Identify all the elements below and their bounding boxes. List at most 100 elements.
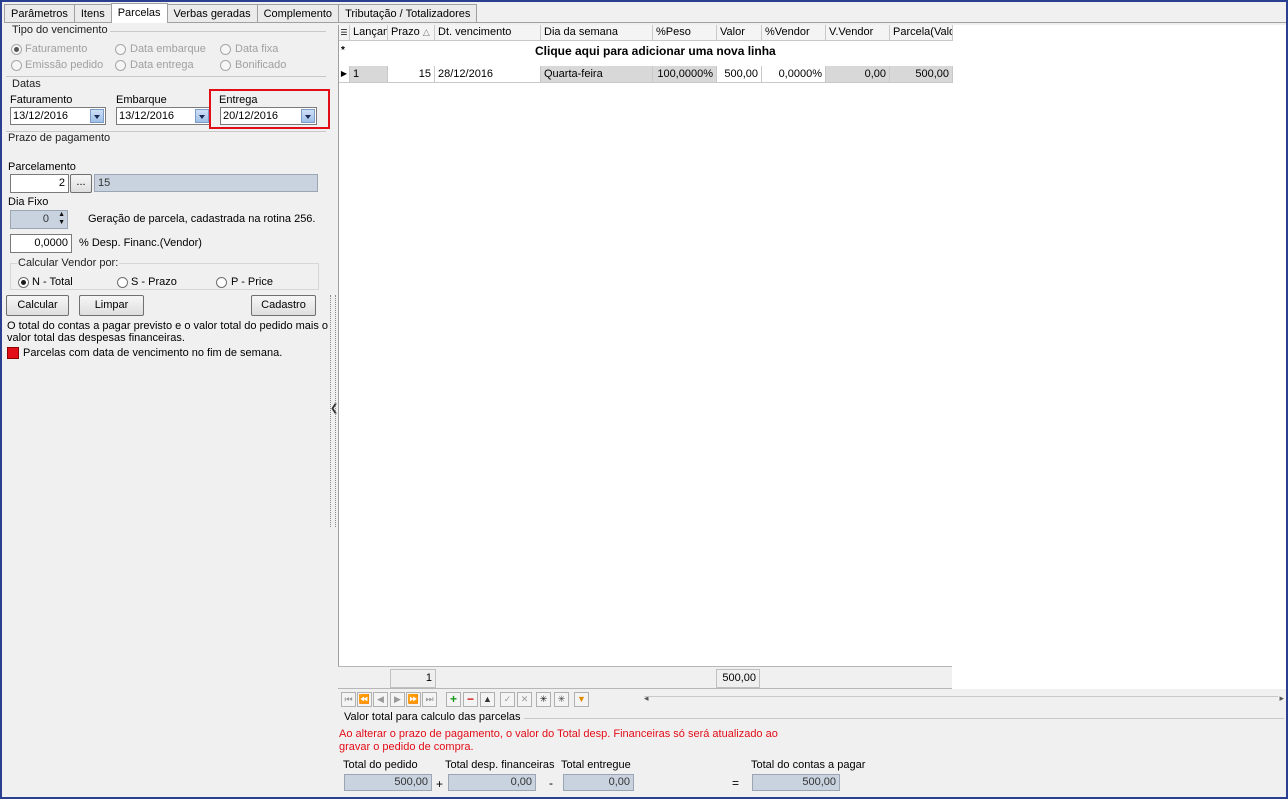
column-peso[interactable]: %Peso (653, 25, 717, 41)
footer-total: 500,00 (716, 669, 760, 688)
dia-fixo-stepper[interactable]: 0 ▲ ▼ (10, 210, 68, 229)
parcelamento-input[interactable]: 2 (10, 174, 69, 193)
next-record-icon[interactable]: ▶ (390, 692, 405, 707)
post-edit-icon[interactable]: ✓ (500, 692, 515, 707)
tab-itens[interactable]: Itens (73, 4, 112, 23)
table-row[interactable]: ▶ 1 15 28/12/2016 Quarta-feira 100,0000%… (339, 66, 953, 83)
embarque-date-value: 13/12/2016 (119, 110, 175, 122)
cancel-edit-icon[interactable]: ✕ (517, 692, 532, 707)
chevron-down-icon[interactable] (90, 109, 104, 123)
radio-bonificado[interactable] (220, 60, 231, 71)
tipo-vencimento-separator (110, 31, 326, 32)
plus-operator: + (436, 777, 444, 791)
warning-text-line2: gravar o pedido de compra. (339, 741, 474, 753)
cell-prazo[interactable]: 15 (388, 66, 435, 83)
radio-data-embarque[interactable] (115, 44, 126, 55)
delete-record-icon[interactable]: − (463, 692, 478, 707)
radio-data-entrega[interactable] (115, 60, 126, 71)
radio-faturamento-label: Faturamento (25, 43, 88, 55)
prazo-pagamento-title: Prazo de pagamento (8, 132, 111, 144)
cell-dt-vencimento[interactable]: 28/12/2016 (435, 66, 541, 83)
calcular-button[interactable]: Calcular (6, 295, 69, 316)
column-v-vendor[interactable]: V.Vendor (826, 25, 890, 41)
radio-bonificado-label: Bonificado (235, 59, 287, 71)
info-text: O total do contas a pagar previsto e o v… (7, 320, 329, 344)
column-dt-vencimento[interactable]: Dt. vencimento (435, 25, 541, 41)
column-chooser-icon[interactable]: ☰ (339, 25, 350, 41)
datas-title: Datas (12, 78, 41, 90)
last-record-icon[interactable]: ⏭ (422, 692, 437, 707)
prev-record-icon[interactable]: ◀ (373, 692, 388, 707)
add-record-icon[interactable]: + (446, 692, 461, 707)
radio-n-total[interactable] (18, 277, 29, 288)
column-prazo-label: Prazo (391, 26, 420, 38)
cell-valor[interactable]: 500,00 (717, 66, 762, 83)
warning-text-line1: Ao alterar o prazo de pagamento, o valor… (339, 728, 778, 740)
chevron-down-icon[interactable] (195, 109, 209, 123)
cell-v-vendor[interactable]: 0,00 (826, 66, 890, 83)
tab-tributacao[interactable]: Tributação / Totalizadores (338, 4, 478, 23)
column-prazo[interactable]: Prazo △ (388, 25, 435, 41)
prev-page-icon[interactable]: ⏪ (357, 692, 372, 707)
column-lancamento[interactable]: Lançam (350, 25, 388, 41)
limpar-button[interactable]: Limpar (79, 295, 144, 316)
tab-verbas-geradas[interactable]: Verbas geradas (166, 4, 258, 23)
tab-divider (4, 22, 1286, 23)
cell-lancamento[interactable]: 1 (350, 66, 388, 83)
radio-s-prazo[interactable] (117, 277, 128, 288)
tipo-vencimento-title: Tipo do vencimento (12, 24, 108, 36)
sort-asc-icon: △ (422, 27, 430, 37)
column-parcela-valor[interactable]: Parcela(Valo (890, 25, 953, 41)
radio-data-fixa[interactable] (220, 44, 231, 55)
bookmark-icon[interactable]: ✳ (554, 692, 569, 707)
total-pedido-label: Total do pedido (343, 759, 418, 771)
parcelamento-ellipsis-button[interactable]: ... (70, 174, 92, 193)
desp-financ-label: % Desp. Financ.(Vendor) (79, 237, 202, 249)
cell-peso[interactable]: 100,0000% (653, 66, 717, 83)
chevron-down-icon[interactable] (301, 109, 315, 123)
embarque-date-label: Embarque (116, 94, 167, 106)
horizontal-scrollbar[interactable] (644, 696, 1278, 697)
radio-n-total-label: N - Total (32, 276, 73, 288)
cell-vendor-pct[interactable]: 0,0000% (762, 66, 826, 83)
add-new-row[interactable]: * Clique aqui para adicionar uma nova li… (339, 42, 953, 60)
tab-complemento[interactable]: Complemento (256, 4, 340, 23)
filter-icon[interactable]: ▼ (574, 692, 589, 707)
column-dia-semana[interactable]: Dia da semana (541, 25, 653, 41)
tab-parcelas[interactable]: Parcelas (110, 3, 168, 23)
entrega-date-picker[interactable]: 20/12/2016 (220, 107, 317, 125)
tab-parametros[interactable]: Parâmetros (4, 4, 75, 23)
grid-navigator: ⏮ ⏪ ◀ ▶ ⏩ ⏭ + − ▲ ✓ ✕ ✳ ✳ ▼ ◂ ▸ (338, 690, 1286, 708)
total-entregue-value: 0,00 (563, 774, 634, 791)
first-record-icon[interactable]: ⏮ (341, 692, 356, 707)
radio-p-price[interactable] (216, 277, 227, 288)
radio-p-price-label: P - Price (231, 276, 273, 288)
desp-financ-input[interactable]: 0,0000 (10, 234, 72, 253)
dia-fixo-label: Dia Fixo (8, 196, 49, 208)
scroll-right-icon[interactable]: ▸ (1279, 693, 1284, 704)
edit-record-icon[interactable]: ▲ (480, 692, 495, 707)
entrega-date-label: Entrega (219, 94, 258, 106)
column-valor[interactable]: Valor (717, 25, 762, 41)
radio-data-embarque-label: Data embarque (130, 43, 206, 55)
new-row-asterisk-icon: * (341, 45, 345, 56)
footer-count: 1 (390, 669, 436, 688)
parcelas-grid: ☰ Lançam Prazo △ Dt. vencimento Dia da s… (338, 25, 1286, 689)
total-desp-label: Total desp. financeiras (445, 759, 555, 771)
spinner-arrows-icon[interactable]: ▲ ▼ (58, 211, 65, 227)
cell-parcela-valor[interactable]: 500,00 (890, 66, 953, 83)
scroll-left-icon[interactable]: ◂ (644, 693, 649, 704)
faturamento-date-picker[interactable]: 13/12/2016 (10, 107, 106, 125)
next-page-icon[interactable]: ⏩ (406, 692, 421, 707)
cell-dia-semana[interactable]: Quarta-feira (541, 66, 653, 83)
radio-faturamento[interactable] (11, 44, 22, 55)
radio-emissao-pedido[interactable] (11, 60, 22, 71)
column-vendor-pct[interactable]: %Vendor (762, 25, 826, 41)
row-indicator-icon: ▶ (339, 66, 350, 83)
embarque-date-picker[interactable]: 13/12/2016 (116, 107, 211, 125)
faturamento-date-label: Faturamento (10, 94, 73, 106)
radio-data-fixa-label: Data fixa (235, 43, 279, 55)
cadastro-button[interactable]: Cadastro (251, 295, 316, 316)
section-separator (6, 76, 326, 77)
refresh-icon[interactable]: ✳ (536, 692, 551, 707)
